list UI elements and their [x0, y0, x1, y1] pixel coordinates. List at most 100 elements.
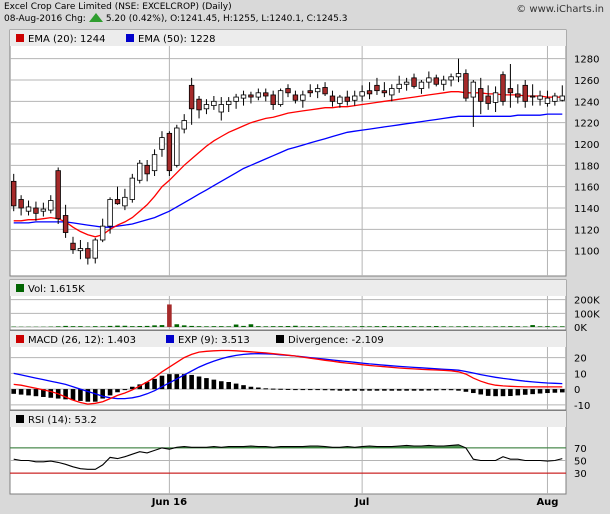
candle-body	[107, 199, 113, 227]
divergence-bar	[107, 389, 113, 396]
divergence-bar	[478, 389, 484, 395]
candle-body	[433, 77, 439, 85]
candle-body	[211, 100, 217, 107]
volume-bar	[63, 325, 68, 327]
volume-bar	[174, 324, 180, 327]
candle-body	[129, 177, 136, 200]
volume-bar	[92, 326, 98, 327]
candle-body	[478, 88, 484, 102]
volume-bar	[471, 326, 476, 327]
divergence-bar	[500, 389, 506, 397]
legend-label: RSI (14): 53.2	[28, 415, 97, 426]
volume-bar	[78, 326, 83, 327]
candle-body	[151, 154, 158, 172]
volume-bar	[152, 325, 157, 327]
divergence-bar	[263, 388, 269, 390]
candle-body	[270, 94, 276, 105]
divergence-bar	[537, 389, 543, 394]
divergence-bar	[11, 389, 17, 394]
candle-body	[455, 73, 462, 78]
divergence-bar	[433, 389, 439, 391]
y-tick-label: 20	[574, 354, 587, 365]
volume-bar	[441, 326, 446, 327]
candle-body	[159, 137, 165, 150]
volume-bar	[522, 326, 528, 327]
candle-body	[381, 90, 388, 94]
divergence-bar	[530, 389, 535, 395]
candle-body	[218, 104, 224, 113]
candle-body	[203, 104, 210, 110]
legend-label: EMA (20): 1244	[28, 34, 106, 45]
volume-bar	[226, 326, 231, 327]
y-tick-label: 0	[574, 385, 580, 396]
candle-body	[92, 239, 98, 259]
volume-bar	[396, 326, 402, 327]
legend-swatch	[16, 34, 24, 42]
candle-body	[426, 77, 432, 83]
volume-bar	[293, 325, 298, 327]
legend-label: Vol: 1.615K	[28, 284, 85, 295]
legend-label: EMA (50): 1228	[138, 34, 216, 45]
candle-body	[144, 164, 150, 175]
candle-body	[263, 92, 269, 97]
y-tick-label: 100K	[574, 309, 600, 320]
divergence-bar	[211, 379, 217, 390]
volume-bar	[218, 326, 224, 327]
panel-0-area	[9, 29, 567, 277]
y-tick-label: 70	[574, 444, 587, 455]
divergence-bar	[322, 389, 328, 391]
y-tick-label: 1140	[574, 204, 599, 215]
divergence-bar	[389, 389, 395, 391]
volume-bar	[196, 326, 202, 327]
volume-bar	[411, 326, 417, 327]
candle-body	[359, 91, 365, 97]
candle-body	[515, 93, 521, 98]
volume-bar	[167, 304, 172, 327]
candle-body	[225, 100, 232, 105]
divergence-bar	[122, 389, 128, 391]
volume-bar	[189, 325, 194, 327]
y-tick-label: 1160	[574, 183, 599, 194]
candle-body	[352, 95, 358, 101]
candle-body	[485, 95, 491, 104]
divergence-bar	[345, 389, 350, 391]
volume-bar	[285, 326, 291, 327]
candle-body	[337, 96, 343, 104]
volume-bar	[55, 326, 61, 327]
divergence-bar	[463, 389, 469, 392]
candle-body	[33, 207, 39, 214]
divergence-bar	[115, 389, 120, 393]
volume-bar	[559, 326, 565, 327]
volume-bar	[537, 326, 543, 327]
volume-bar	[485, 326, 491, 327]
candle-body	[440, 79, 447, 85]
candle-body	[48, 200, 54, 211]
candle-body	[277, 90, 284, 105]
divergence-bar	[26, 389, 31, 396]
y-tick-label: 1120	[574, 225, 599, 236]
divergence-bar	[522, 389, 528, 395]
volume-bar	[122, 325, 128, 327]
divergence-bar	[218, 381, 224, 390]
volume-bar	[159, 325, 165, 327]
legend-swatch	[16, 335, 24, 343]
divergence-bar	[33, 389, 39, 397]
candle-body	[366, 90, 373, 95]
divergence-bar	[307, 389, 313, 391]
volume-bar	[345, 326, 350, 327]
y-tick-label: 1200	[574, 140, 599, 151]
divergence-bar	[315, 389, 320, 391]
candle-body	[344, 96, 351, 102]
divergence-bar	[92, 389, 98, 402]
candle-body	[122, 196, 128, 207]
volume-bar	[181, 325, 187, 327]
volume-bar	[330, 326, 335, 327]
volume-bar	[515, 326, 521, 327]
divergence-bar	[545, 389, 550, 394]
x-tick-label: Aug	[536, 497, 558, 508]
y-tick-label: 1100	[574, 247, 599, 258]
volume-bar	[508, 326, 513, 327]
y-tick-label: 1280	[574, 55, 599, 66]
candle-body	[62, 215, 69, 233]
candle-body	[389, 88, 395, 96]
